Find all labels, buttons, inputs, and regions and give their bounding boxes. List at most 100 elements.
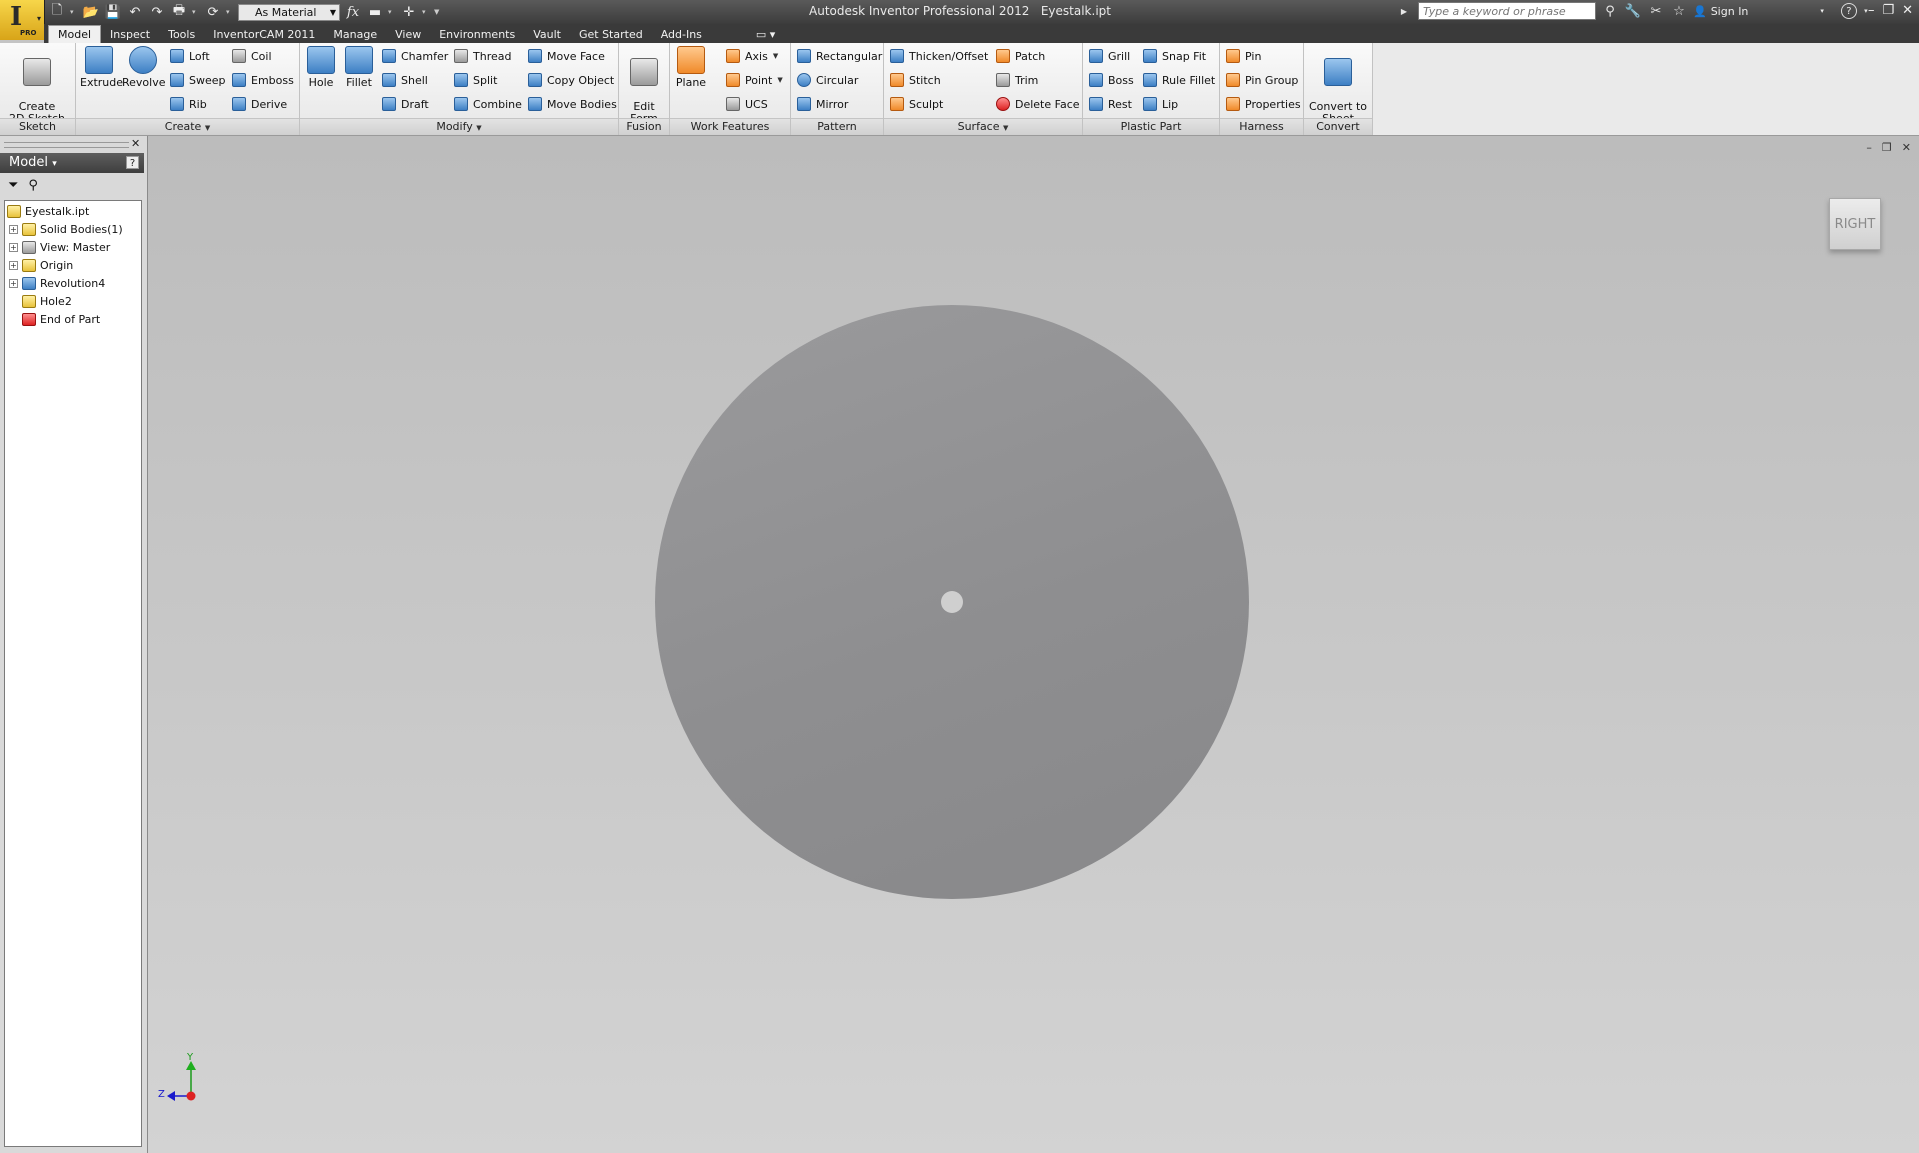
- tab-model[interactable]: Model: [48, 25, 102, 43]
- fillet-button[interactable]: Fillet: [342, 46, 376, 89]
- close-icon[interactable]: ✕: [131, 137, 140, 150]
- chevron-down-icon[interactable]: ▾: [226, 8, 234, 16]
- ribbon-display-toggle-icon[interactable]: ▭ ▾: [747, 26, 784, 43]
- revolve-button[interactable]: Revolve: [122, 46, 166, 89]
- draft-button[interactable]: Draft: [382, 94, 429, 114]
- lip-button[interactable]: Lip: [1143, 94, 1178, 114]
- tree-node-solid-bodies[interactable]: + Solid Bodies(1): [9, 221, 123, 238]
- color-override-icon[interactable]: ▬: [366, 3, 384, 21]
- binoculars-search-icon[interactable]: ⚲: [1601, 2, 1619, 20]
- tree-node-hole2[interactable]: Hole2: [22, 293, 72, 310]
- chevron-down-icon[interactable]: ▾: [70, 8, 78, 16]
- expand-icon[interactable]: +: [9, 261, 18, 270]
- patch-button[interactable]: Patch: [996, 46, 1045, 66]
- panel-label-modify[interactable]: Modify ▼: [300, 118, 618, 135]
- subscription-center-icon[interactable]: 🔧: [1624, 2, 1642, 20]
- tree-node-end-of-part[interactable]: End of Part: [22, 311, 100, 328]
- restore-icon[interactable]: ❐: [1882, 3, 1894, 18]
- close-icon[interactable]: ✕: [1902, 141, 1911, 154]
- hole-button[interactable]: Hole: [304, 46, 338, 89]
- chevron-down-icon[interactable]: ▾: [192, 8, 200, 16]
- boss-button[interactable]: Boss: [1089, 70, 1134, 90]
- help-icon[interactable]: ?: [1840, 3, 1857, 19]
- save-icon[interactable]: 💾: [104, 3, 122, 21]
- sign-in-button[interactable]: 👤 Sign In ▾: [1693, 5, 1824, 18]
- tree-node-view-master[interactable]: + View: Master: [9, 239, 110, 256]
- favorites-star-icon[interactable]: ☆: [1670, 2, 1688, 20]
- sculpt-button[interactable]: Sculpt: [890, 94, 943, 114]
- delete-face-button[interactable]: Delete Face: [996, 94, 1080, 114]
- expand-search-icon[interactable]: ▶: [1395, 2, 1413, 20]
- tab-inventorcam[interactable]: InventorCAM 2011: [204, 26, 324, 43]
- measure-icon[interactable]: ✛: [400, 3, 418, 21]
- tree-node-part[interactable]: Eyestalk.ipt: [7, 203, 89, 220]
- redo-icon[interactable]: ↷: [148, 3, 166, 21]
- rib-button[interactable]: Rib: [170, 94, 207, 114]
- viewcube[interactable]: RIGHT: [1829, 198, 1881, 250]
- tab-environments[interactable]: Environments: [430, 26, 524, 43]
- graphics-viewport[interactable]: – ❐ ✕ RIGHT Y Z: [148, 136, 1919, 1153]
- emboss-button[interactable]: Emboss: [232, 70, 294, 90]
- trim-button[interactable]: Trim: [996, 70, 1038, 90]
- tab-get-started[interactable]: Get Started: [570, 26, 652, 43]
- rule-fillet-button[interactable]: Rule Fillet: [1143, 70, 1215, 90]
- communication-center-icon[interactable]: ✂: [1647, 2, 1665, 20]
- combine-button[interactable]: Combine: [454, 94, 522, 114]
- application-menu-button[interactable]: I PRO ▾: [0, 0, 45, 40]
- tree-node-revolution4[interactable]: + Revolution4: [9, 275, 105, 292]
- customize-qat-icon[interactable]: ▼: [434, 8, 442, 16]
- chevron-down-icon[interactable]: ▾: [422, 8, 430, 16]
- undo-icon[interactable]: ↶: [126, 3, 144, 21]
- ucs-button[interactable]: UCS: [726, 94, 768, 114]
- restore-icon[interactable]: ❐: [1882, 141, 1892, 154]
- browser-title[interactable]: Model ▾: [9, 155, 57, 170]
- panel-label-create[interactable]: Create ▼: [76, 118, 299, 135]
- move-face-button[interactable]: Move Face: [528, 46, 605, 66]
- mirror-button[interactable]: Mirror: [797, 94, 848, 114]
- coil-button[interactable]: Coil: [232, 46, 272, 66]
- minimize-icon[interactable]: –: [1866, 141, 1872, 154]
- print-icon[interactable]: 🖶: [170, 3, 188, 21]
- tree-node-origin[interactable]: + Origin: [9, 257, 73, 274]
- edit-form-button[interactable]: Edit Form: [623, 46, 665, 125]
- stitch-button[interactable]: Stitch: [890, 70, 941, 90]
- tab-manage[interactable]: Manage: [324, 26, 386, 43]
- browser-drag-grip[interactable]: [4, 142, 129, 148]
- fx-parameters-icon[interactable]: fx: [344, 3, 362, 21]
- material-dropdown[interactable]: As Material ▼: [238, 3, 340, 21]
- pin-group-button[interactable]: Pin Group: [1226, 70, 1298, 90]
- new-file-icon[interactable]: 🗋: [48, 3, 66, 21]
- point-button[interactable]: Point ▼: [726, 70, 783, 90]
- part-hole[interactable]: [941, 591, 963, 613]
- update-icon[interactable]: ⟳: [204, 3, 222, 21]
- axis-button[interactable]: Axis ▼: [726, 46, 778, 66]
- plane-button[interactable]: Plane: [674, 46, 708, 89]
- sweep-button[interactable]: Sweep: [170, 70, 226, 90]
- chevron-down-icon[interactable]: ▾: [388, 8, 396, 16]
- tab-tools[interactable]: Tools: [159, 26, 204, 43]
- derive-button[interactable]: Derive: [232, 94, 287, 114]
- create-2d-sketch-button[interactable]: Create 2D Sketch: [6, 46, 68, 125]
- open-folder-icon[interactable]: 📂: [82, 3, 100, 21]
- part-body[interactable]: [655, 305, 1249, 899]
- help-icon[interactable]: ?: [126, 156, 139, 169]
- move-bodies-button[interactable]: Move Bodies: [528, 94, 617, 114]
- properties-button[interactable]: Properties: [1226, 94, 1301, 114]
- binoculars-find-icon[interactable]: ⚲: [28, 178, 38, 193]
- close-icon[interactable]: ✕: [1902, 3, 1913, 18]
- filter-icon[interactable]: ⏷: [8, 178, 18, 193]
- panel-label-surface[interactable]: Surface ▼: [884, 118, 1082, 135]
- expand-icon[interactable]: +: [9, 243, 18, 252]
- thicken-offset-button[interactable]: Thicken/Offset: [890, 46, 988, 66]
- chamfer-button[interactable]: Chamfer: [382, 46, 448, 66]
- rest-button[interactable]: Rest: [1089, 94, 1132, 114]
- split-button[interactable]: Split: [454, 70, 497, 90]
- search-input[interactable]: [1418, 2, 1596, 20]
- expand-icon[interactable]: +: [9, 279, 18, 288]
- circular-pattern-button[interactable]: Circular: [797, 70, 858, 90]
- snap-fit-button[interactable]: Snap Fit: [1143, 46, 1206, 66]
- expand-icon[interactable]: +: [9, 225, 18, 234]
- tab-vault[interactable]: Vault: [524, 26, 570, 43]
- shell-button[interactable]: Shell: [382, 70, 428, 90]
- loft-button[interactable]: Loft: [170, 46, 210, 66]
